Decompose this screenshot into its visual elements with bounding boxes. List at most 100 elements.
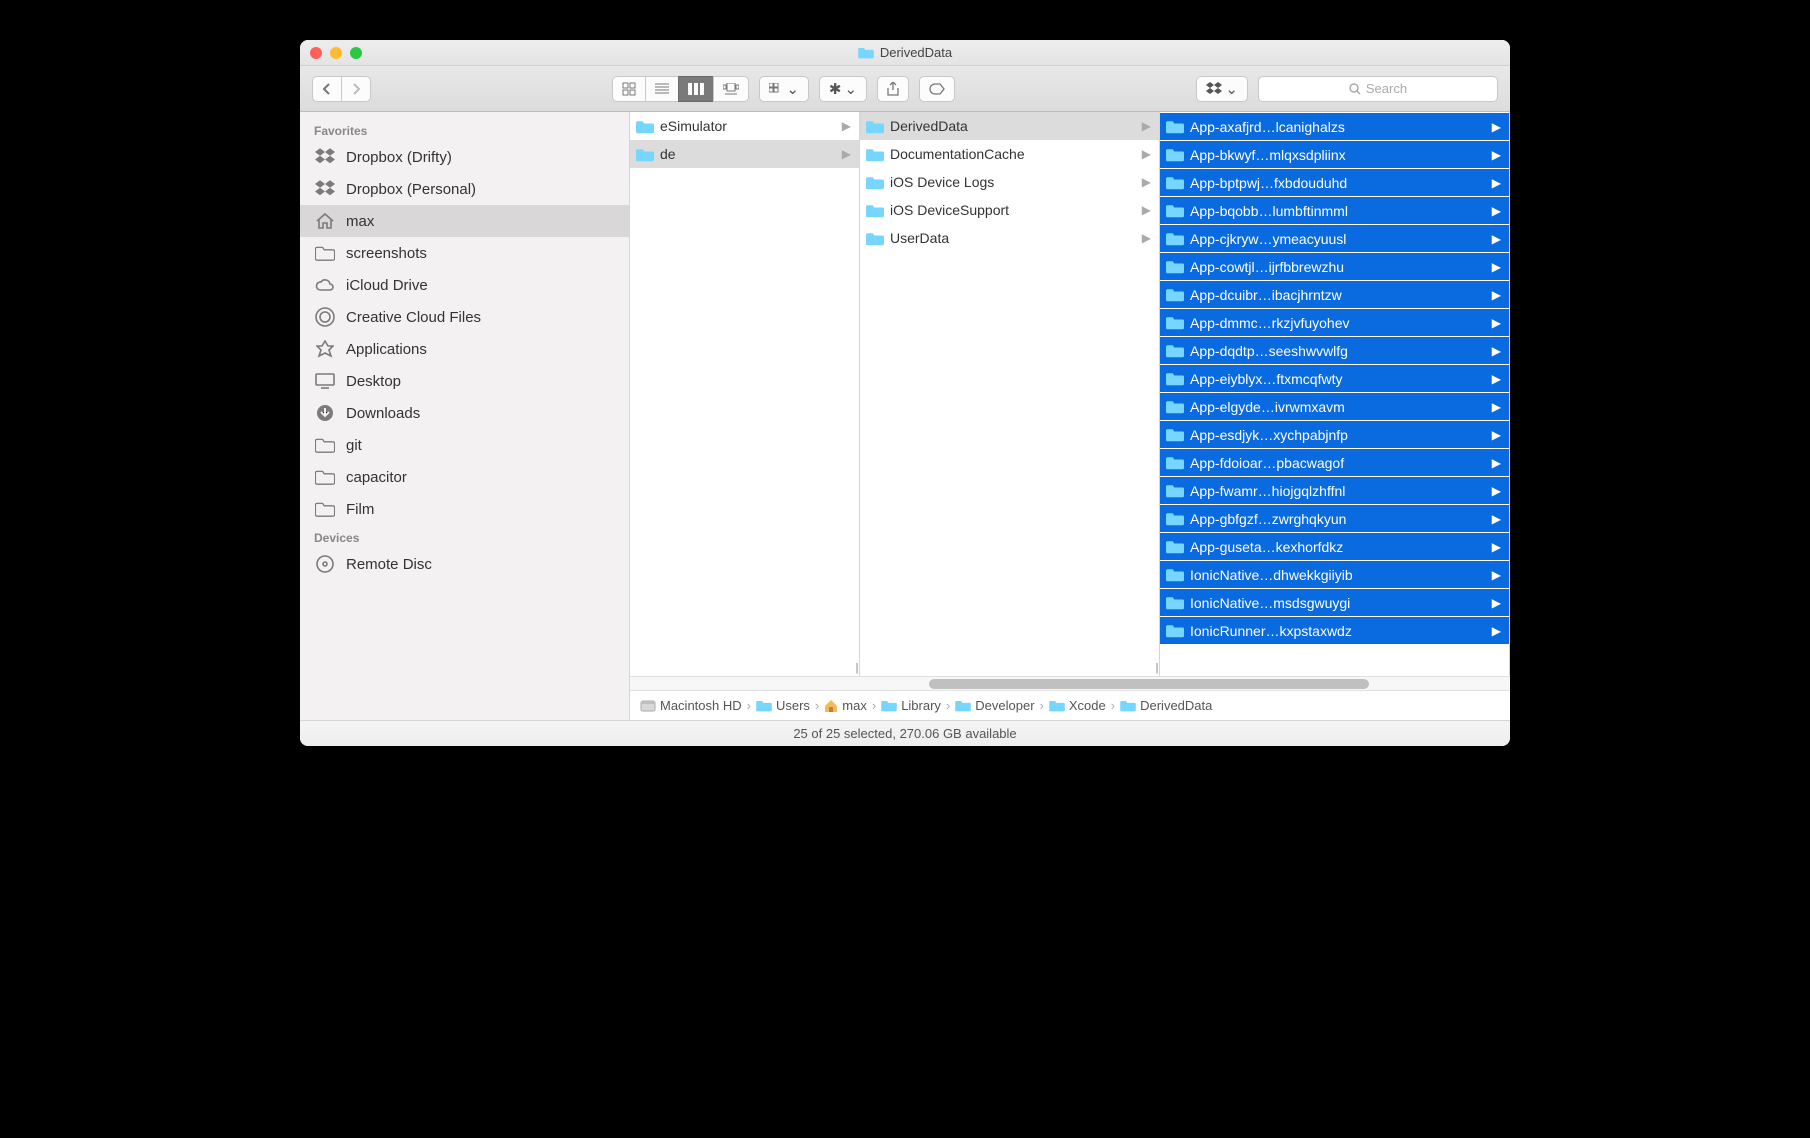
chevron-right-icon: ▶	[1492, 288, 1501, 302]
sidebar-item-film[interactable]: Film	[300, 493, 629, 525]
folder-icon	[1166, 455, 1184, 470]
zoom-button[interactable]	[350, 47, 362, 59]
column-2[interactable]: DerivedData▶DocumentationCache▶iOS Devic…	[860, 112, 1160, 676]
path-segment[interactable]: Macintosh HD	[640, 698, 742, 714]
icon-view-button[interactable]	[612, 76, 646, 102]
chevron-right-icon: ▶	[842, 147, 851, 161]
sidebar-item-dropbox-personal-[interactable]: Dropbox (Personal)	[300, 173, 629, 205]
file-row[interactable]: App-fdoioar…pbacwagof▶	[1160, 448, 1509, 476]
column-handle[interactable]: ||	[1155, 662, 1157, 674]
folder-icon	[1166, 399, 1184, 414]
file-row[interactable]: App-guseta…kexhorfdkz▶	[1160, 532, 1509, 560]
gallery-view-button[interactable]	[713, 76, 749, 102]
chevron-down-icon: ⌄	[845, 80, 858, 98]
file-row[interactable]: de ▶	[630, 140, 859, 168]
file-row[interactable]: IonicNative…msdsgwuygi▶	[1160, 588, 1509, 616]
file-row[interactable]: App-eiyblyx…ftxmcqfwty▶	[1160, 364, 1509, 392]
file-label: de	[660, 146, 836, 162]
file-row[interactable]: App-axafjrd…lcanighalzs▶	[1160, 112, 1509, 140]
sidebar-item-creative-cloud-files[interactable]: Creative Cloud Files	[300, 301, 629, 333]
sidebar-item-max[interactable]: max	[300, 205, 629, 237]
file-row[interactable]: App-cowtjl…ijrfbbrewzhu▶	[1160, 252, 1509, 280]
folder-icon	[866, 175, 884, 190]
finder-window: DerivedData	[300, 40, 1510, 746]
file-row[interactable]: UserData▶	[860, 224, 1159, 252]
chevron-right-icon: ▶	[1492, 120, 1501, 134]
status-bar: 25 of 25 selected, 270.06 GB available	[300, 720, 1510, 746]
file-row[interactable]: App-elgyde…ivrwmxavm▶	[1160, 392, 1509, 420]
file-row[interactable]: IonicNative…dhwekkgiiyib▶	[1160, 560, 1509, 588]
chevron-right-icon: ▶	[1492, 344, 1501, 358]
file-row[interactable]: App-dmmc…rkzjvfuyohev▶	[1160, 308, 1509, 336]
path-segment[interactable]: Xcode	[1049, 698, 1106, 713]
back-button[interactable]	[312, 76, 342, 102]
sidebar-item-desktop[interactable]: Desktop	[300, 365, 629, 397]
sidebar[interactable]: FavoritesDropbox (Drifty)Dropbox (Person…	[300, 112, 630, 720]
minimize-button[interactable]	[330, 47, 342, 59]
file-row[interactable]: App-esdjyk…xychpabjnfp▶	[1160, 420, 1509, 448]
column-view-button[interactable]	[678, 76, 714, 102]
path-label: DerivedData	[1140, 698, 1212, 713]
file-label: App-esdjyk…xychpabjnfp	[1190, 427, 1486, 443]
list-view-button[interactable]	[645, 76, 679, 102]
path-segment[interactable]: Developer	[955, 698, 1034, 713]
sidebar-item-label: Applications	[346, 341, 427, 358]
column-handle[interactable]: ||	[855, 662, 857, 674]
path-segment[interactable]: Library	[881, 698, 941, 713]
sidebar-item-capacitor[interactable]: capacitor	[300, 461, 629, 493]
file-row[interactable]: App-gbfgzf…zwrghqkyun▶	[1160, 504, 1509, 532]
arrange-button[interactable]: ⌄	[759, 76, 809, 102]
file-row[interactable]: DocumentationCache▶	[860, 140, 1159, 168]
folder-icon	[1166, 147, 1184, 162]
scrollbar-thumb[interactable]	[929, 679, 1369, 689]
sidebar-item-screenshots[interactable]: screenshots	[300, 237, 629, 269]
sidebar-item-git[interactable]: git	[300, 429, 629, 461]
file-row[interactable]: eSimulator▶	[630, 112, 859, 140]
file-row[interactable]: iOS Device Logs▶	[860, 168, 1159, 196]
path-segment[interactable]: DerivedData	[1120, 698, 1212, 713]
folder-icon	[314, 243, 336, 263]
file-row[interactable]: iOS DeviceSupport▶	[860, 196, 1159, 224]
chevron-right-icon: ▶	[1492, 568, 1501, 582]
sidebar-item-dropbox-drifty-[interactable]: Dropbox (Drifty)	[300, 141, 629, 173]
cc-icon	[314, 307, 336, 327]
share-button[interactable]	[877, 76, 909, 102]
cloud-icon	[314, 275, 336, 295]
file-row[interactable]: App-bptpwj…fxbdouduhd▶	[1160, 168, 1509, 196]
dropbox-menu-button[interactable]: ⌄	[1196, 76, 1248, 102]
horizontal-scrollbar[interactable]	[630, 676, 1510, 690]
file-row[interactable]: App-bqobb…lumbftinmml▶	[1160, 196, 1509, 224]
chevron-right-icon: ▶	[1492, 540, 1501, 554]
file-label: App-bptpwj…fxbdouduhd	[1190, 175, 1486, 191]
file-row[interactable]: IonicRunner…kxpstaxwdz▶	[1160, 616, 1509, 644]
sidebar-item-remote-disc[interactable]: Remote Disc	[300, 548, 629, 580]
sidebar-item-label: Downloads	[346, 405, 420, 422]
sidebar-item-icloud-drive[interactable]: iCloud Drive	[300, 269, 629, 301]
path-segment[interactable]: Users	[756, 698, 810, 713]
file-label: App-cowtjl…ijrfbbrewzhu	[1190, 259, 1486, 275]
file-row[interactable]: App-dqdtp…seeshwvwlfg▶	[1160, 336, 1509, 364]
file-row[interactable]: App-fwamr…hiojgqlzhffnl▶	[1160, 476, 1509, 504]
sidebar-item-downloads[interactable]: Downloads	[300, 397, 629, 429]
forward-button[interactable]	[341, 76, 371, 102]
file-row[interactable]: App-bkwyf…mlqxsdpliinx▶	[1160, 140, 1509, 168]
file-row[interactable]: DerivedData▶	[860, 112, 1159, 140]
close-button[interactable]	[310, 47, 322, 59]
tags-button[interactable]	[919, 76, 955, 102]
chevron-down-icon: ⌄	[1225, 80, 1238, 98]
file-label: iOS DeviceSupport	[890, 202, 1136, 218]
sidebar-item-applications[interactable]: Applications	[300, 333, 629, 365]
dropbox-icon	[314, 179, 336, 199]
folder-icon	[1166, 595, 1184, 610]
folder-icon	[866, 203, 884, 218]
folder-icon	[1166, 203, 1184, 218]
file-row[interactable]: App-cjkryw…ymeacyuusl▶	[1160, 224, 1509, 252]
column-1[interactable]: eSimulator▶ de ▶ ||	[630, 112, 860, 676]
path-segment[interactable]: max	[824, 698, 867, 713]
column-3[interactable]: App-axafjrd…lcanighalzs▶App-bkwyf…mlqxsd…	[1160, 112, 1510, 676]
toolbar: ⌄ ✱ ⌄ ⌄ Search	[300, 66, 1510, 112]
file-row[interactable]: App-dcuibr…ibacjhrntzw▶	[1160, 280, 1509, 308]
chevron-right-icon: ▶	[1492, 232, 1501, 246]
action-button[interactable]: ✱ ⌄	[819, 76, 867, 102]
search-field[interactable]: Search	[1258, 76, 1498, 102]
